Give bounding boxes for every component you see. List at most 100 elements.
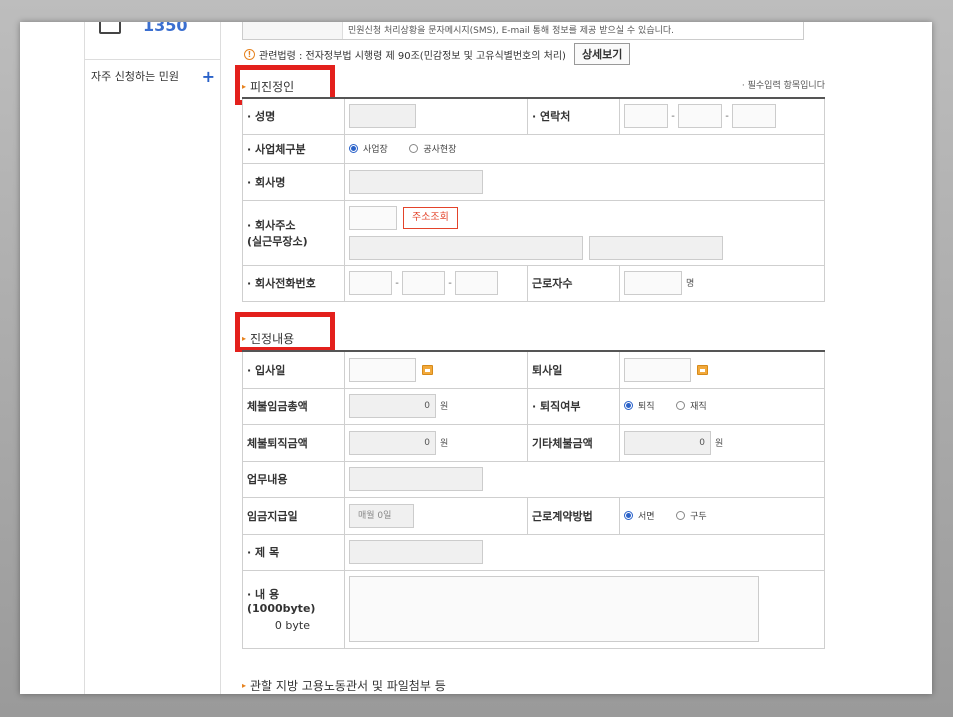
content-cell (344, 569, 825, 649)
workers-cell: 명 (619, 264, 825, 302)
company-input[interactable] (349, 169, 483, 194)
company-phone-label: · 회사전화번호 (242, 264, 345, 302)
sidebar-item-label: 자주 신청하는 민원 (91, 70, 179, 83)
content-label-cell: · 내 용(1000byte) 0 byte (242, 569, 345, 649)
company-phone-cell: -- (344, 264, 528, 302)
byte-counter: 0 byte (274, 619, 310, 632)
hire-date-label: · 입사일 (242, 350, 345, 389)
table-row: 업무내용 (242, 460, 825, 498)
table-row: 체불임금총액 0원 · 퇴직여부 퇴직 재직 (242, 387, 825, 425)
leave-date-cell (619, 350, 825, 389)
law-notice: ! 관련법령 : 전자정부법 시행령 제 90조(민감정보 및 고유식별번호의 … (244, 43, 631, 65)
workers-label: 근로자수 (527, 264, 620, 302)
table-row: · 성명 · 연락처 -- (242, 97, 825, 135)
biz-type-cell: 사업장 공사현장 (344, 133, 825, 164)
subject-cell (344, 533, 825, 571)
unpaid-severance-input[interactable]: 0 (349, 430, 436, 455)
address-input-1[interactable] (349, 235, 583, 260)
content-label: · 내 용(1000byte) (247, 588, 316, 615)
unpaid-wage-input[interactable]: 0 (349, 394, 436, 418)
contact-input-1[interactable] (624, 104, 668, 129)
page: 1350 자주 신청하는 민원 + 민원신청 처리상황을 문자메시지(SMS),… (20, 22, 932, 694)
calendar-icon[interactable] (422, 364, 433, 375)
address-label-line1: · 회사주소 (247, 218, 296, 232)
zipcode-input[interactable] (349, 205, 397, 230)
retire-status-label: · 퇴직여부 (527, 387, 620, 425)
radio-biz-construction[interactable]: 공사현장 (409, 142, 456, 155)
notice-label-cell (243, 22, 343, 39)
subject-input[interactable] (349, 540, 483, 564)
address-search-button[interactable]: 주소조회 (403, 206, 458, 229)
respondent-table: · 성명 · 연락처 -- · 사업체구분 사업장 공사현장 · 회사명 · 회… (242, 97, 825, 302)
other-unpaid-input[interactable]: 0 (624, 430, 711, 455)
section-title-text: 관할 지방 고용노동관서 및 파일첨부 등 (250, 679, 446, 693)
job-input[interactable] (349, 467, 483, 491)
content-textarea[interactable] (349, 576, 759, 642)
detail-view-button[interactable]: 상세보기 (573, 43, 631, 65)
biz-type-label: · 사업체구분 (242, 133, 345, 164)
table-row: 임금지급일 매월 0일 근로계약방법 서면 구두 (242, 496, 825, 535)
table-row: 체불퇴직금액 0원 기타체불금액 0원 (242, 423, 825, 462)
retire-status-cell: 퇴직 재직 (619, 387, 825, 425)
workers-unit: 명 (686, 279, 695, 289)
phone-icon (99, 22, 121, 34)
highlight-box-petition (235, 312, 335, 352)
hire-date-cell (344, 350, 528, 389)
contact-input-3[interactable] (732, 104, 776, 129)
sidebar-phone-area: 1350 (85, 22, 220, 60)
name-label: · 성명 (242, 97, 345, 135)
table-row: · 회사전화번호 -- 근로자수 명 (242, 264, 825, 302)
section-title-office: ▸ 관할 지방 고용노동관서 및 파일첨부 등 (242, 677, 446, 694)
payday-label: 임금지급일 (242, 496, 345, 535)
other-unpaid-label: 기타체불금액 (527, 423, 620, 462)
unpaid-severance-label: 체불퇴직금액 (242, 423, 345, 462)
other-unpaid-cell: 0원 (619, 423, 825, 462)
address-label-line2: (실근무장소) (247, 234, 308, 248)
company-label: · 회사명 (242, 162, 345, 201)
unpaid-severance-cell: 0원 (344, 423, 528, 462)
address-label: · 회사주소 (실근무장소) (242, 199, 345, 266)
unpaid-wage-label: 체불임금총액 (242, 387, 345, 425)
address-cell: 주소조회 (344, 199, 825, 266)
left-sidebar: 1350 자주 신청하는 민원 + (84, 22, 221, 694)
radio-selected-icon (624, 401, 633, 410)
calendar-icon[interactable] (697, 364, 708, 375)
radio-employed[interactable]: 재직 (676, 399, 707, 412)
contract-cell: 서면 구두 (619, 496, 825, 535)
subject-label: · 제 목 (242, 533, 345, 571)
currency-unit: 원 (440, 438, 449, 449)
company-cell (344, 162, 825, 201)
hire-date-input[interactable] (349, 357, 416, 382)
name-input[interactable] (349, 104, 416, 129)
notice-text: 민원신청 처리상황을 문자메시지(SMS), E-mail 통해 정보를 제공 … (348, 26, 675, 36)
leave-date-input[interactable] (624, 357, 691, 382)
table-row: · 사업체구분 사업장 공사현장 (242, 133, 825, 164)
required-note: · 필수입력 항목입니다 (741, 81, 825, 91)
bullet-icon: ▸ (242, 681, 247, 690)
company-phone-input-3[interactable] (455, 271, 498, 295)
job-cell (344, 460, 825, 498)
law-text: 관련법령 : 전자정부법 시행령 제 90조(민감정보 및 고유식별번호의 처리… (259, 50, 566, 62)
address-input-2[interactable] (588, 235, 723, 260)
leave-date-label: 퇴사일 (527, 350, 620, 389)
payday-input[interactable]: 매월 0일 (349, 503, 414, 528)
warning-icon: ! (244, 48, 255, 60)
workers-input[interactable] (624, 271, 682, 295)
company-phone-input-1[interactable] (349, 271, 392, 295)
contact-input-2[interactable] (678, 104, 722, 129)
payday-cell: 매월 0일 (344, 496, 528, 535)
name-cell (344, 97, 528, 135)
table-row: · 내 용(1000byte) 0 byte (242, 569, 825, 649)
table-row: · 회사주소 (실근무장소) 주소조회 (242, 199, 825, 266)
sidebar-item-faq[interactable]: 자주 신청하는 민원 + (91, 66, 219, 86)
radio-biz-site[interactable]: 사업장 (349, 142, 388, 155)
radio-selected-icon (624, 510, 633, 520)
radio-verbal[interactable]: 구두 (676, 509, 707, 522)
phone-number: 1350 (143, 22, 188, 35)
radio-retired[interactable]: 퇴직 (624, 399, 655, 412)
radio-written[interactable]: 서면 (624, 509, 655, 522)
currency-unit: 원 (440, 402, 449, 412)
plus-icon[interactable]: + (202, 67, 215, 86)
company-phone-input-2[interactable] (402, 271, 445, 295)
radio-empty-icon (676, 510, 686, 520)
